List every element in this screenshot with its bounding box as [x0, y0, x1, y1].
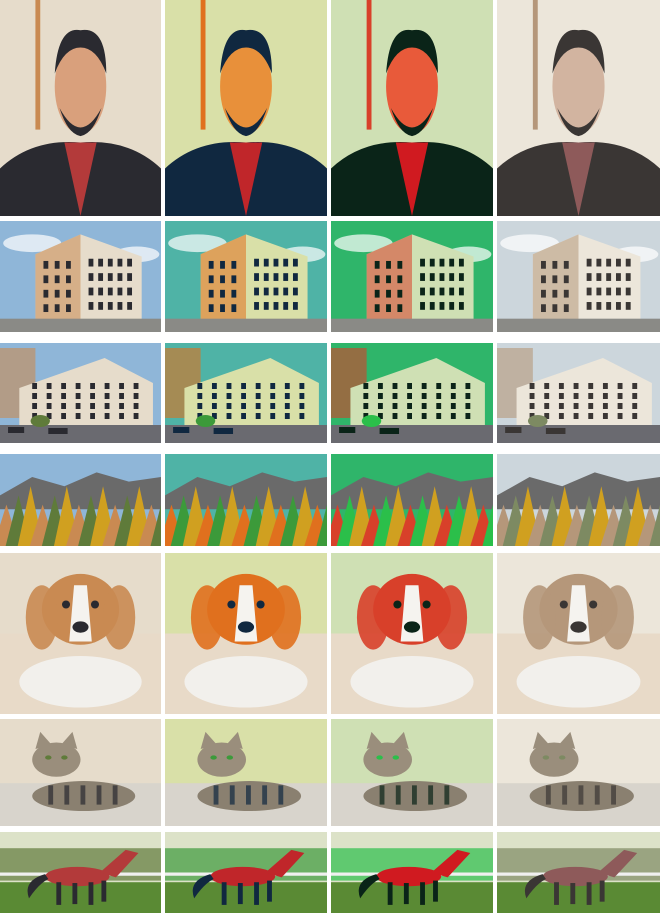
image-horse-style-saturated [331, 832, 493, 913]
image-autumn-mountains-original [0, 454, 161, 546]
image-autumn-mountains-style-muted [497, 454, 660, 546]
image-horse-style-vivid [165, 832, 327, 913]
image-horse-style-muted [497, 832, 660, 913]
image-portrait-style-saturated [331, 0, 493, 216]
image-tabby-cat-style-muted [497, 719, 660, 826]
image-beagle-style-muted [497, 553, 660, 714]
image-portrait-original [0, 0, 161, 216]
image-street-building-original [0, 343, 161, 443]
image-street-building-style-vivid [165, 343, 327, 443]
image-building-corner-style-muted [497, 221, 660, 332]
image-grid [0, 0, 660, 913]
image-autumn-mountains-style-vivid [165, 454, 327, 546]
image-beagle-style-vivid [165, 553, 327, 714]
image-building-corner-original [0, 221, 161, 332]
image-street-building-style-muted [497, 343, 660, 443]
image-street-building-style-saturated [331, 343, 493, 443]
image-tabby-cat-original [0, 719, 161, 826]
image-beagle-style-saturated [331, 553, 493, 714]
image-portrait-style-vivid [165, 0, 327, 216]
image-tabby-cat-style-saturated [331, 719, 493, 826]
image-beagle-original [0, 553, 161, 714]
image-horse-original [0, 832, 161, 913]
image-building-corner-style-vivid [165, 221, 327, 332]
image-building-corner-style-saturated [331, 221, 493, 332]
image-autumn-mountains-style-saturated [331, 454, 493, 546]
image-tabby-cat-style-vivid [165, 719, 327, 826]
image-portrait-style-muted [497, 0, 660, 216]
